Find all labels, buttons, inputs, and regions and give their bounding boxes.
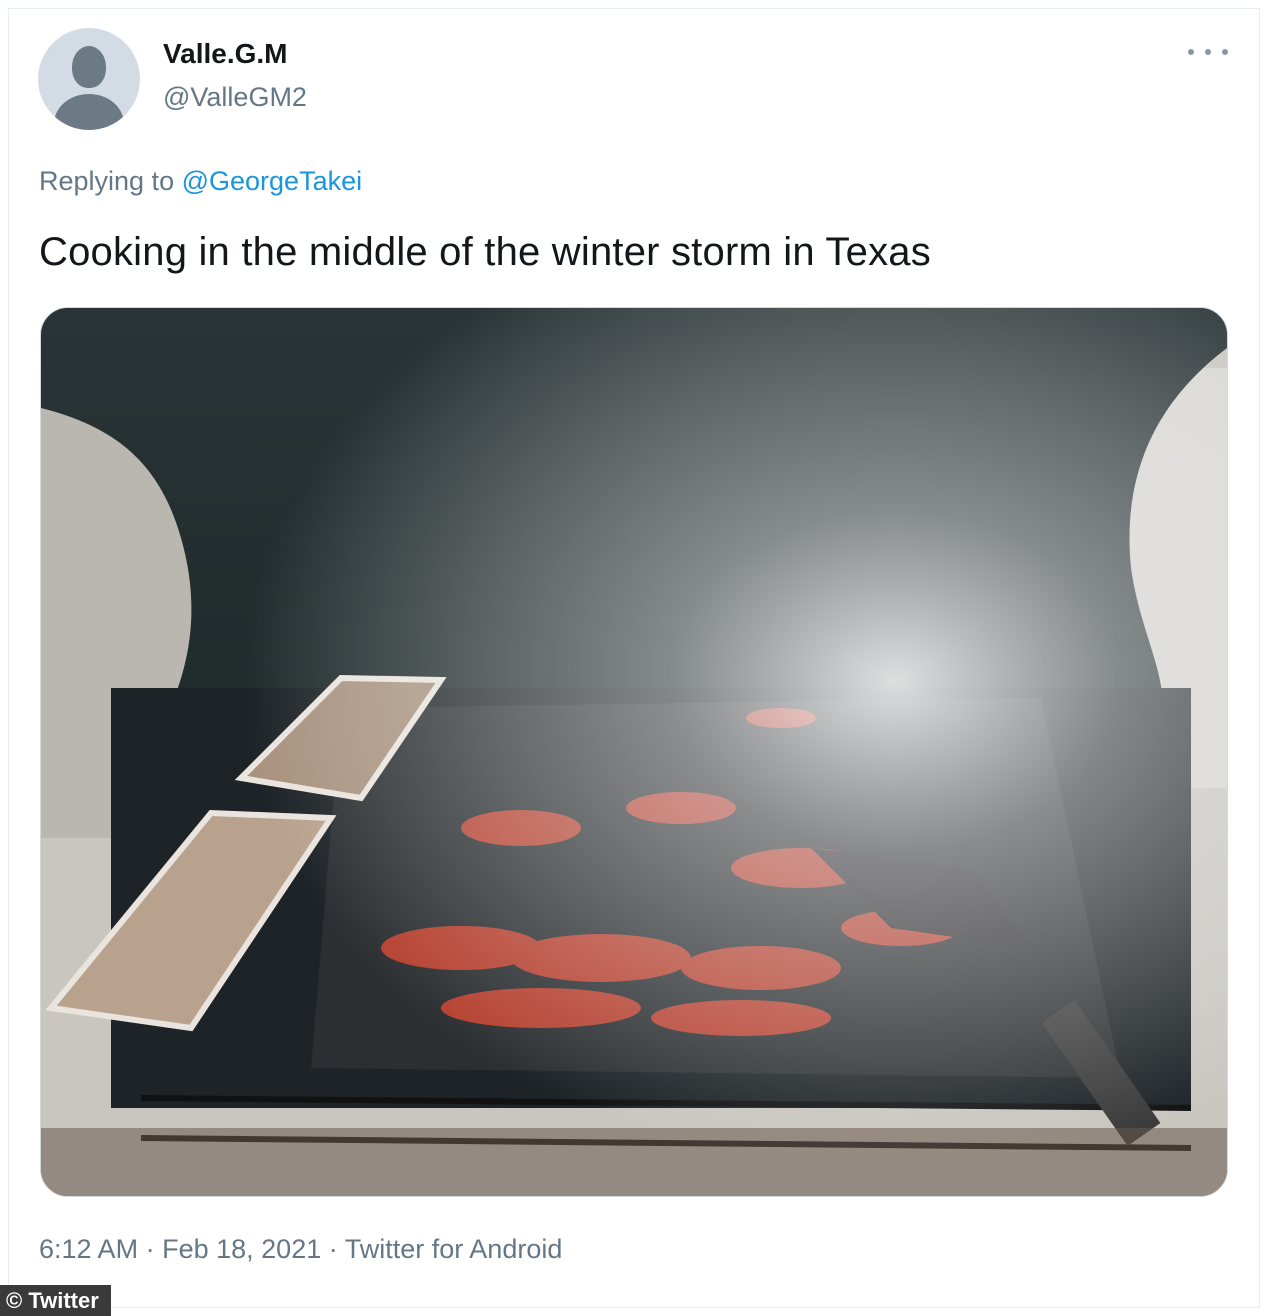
dot	[1188, 49, 1194, 55]
replying-to-line: Replying to @GeorgeTakei	[39, 166, 362, 197]
user-avatar[interactable]	[38, 28, 140, 130]
tweet-time[interactable]: 6:12 AM	[39, 1234, 138, 1264]
avatar-head-shape	[72, 46, 106, 88]
tweet-source[interactable]: Twitter for Android	[345, 1234, 563, 1264]
user-handle[interactable]: @ValleGM2	[163, 82, 307, 113]
user-display-name[interactable]: Valle.G.M	[163, 38, 288, 70]
replying-to-label: Replying to	[39, 166, 175, 196]
meta-separator: ·	[328, 1234, 338, 1264]
reply-to-mention-link[interactable]: @GeorgeTakei	[182, 166, 363, 196]
tweet-meta: 6:12 AM · Feb 18, 2021 · Twitter for And…	[39, 1234, 562, 1265]
dot	[1222, 49, 1228, 55]
tweet-photo[interactable]	[40, 307, 1228, 1197]
meta-separator: ·	[145, 1234, 155, 1264]
twitter-watermark: © Twitter	[0, 1285, 111, 1316]
tweet-date[interactable]: Feb 18, 2021	[162, 1234, 321, 1264]
avatar-body-shape	[54, 94, 124, 130]
grill-photo-illustration	[41, 308, 1227, 1196]
tweet-text: Cooking in the middle of the winter stor…	[39, 230, 931, 274]
dot	[1205, 49, 1211, 55]
more-options-icon[interactable]	[1188, 38, 1228, 66]
